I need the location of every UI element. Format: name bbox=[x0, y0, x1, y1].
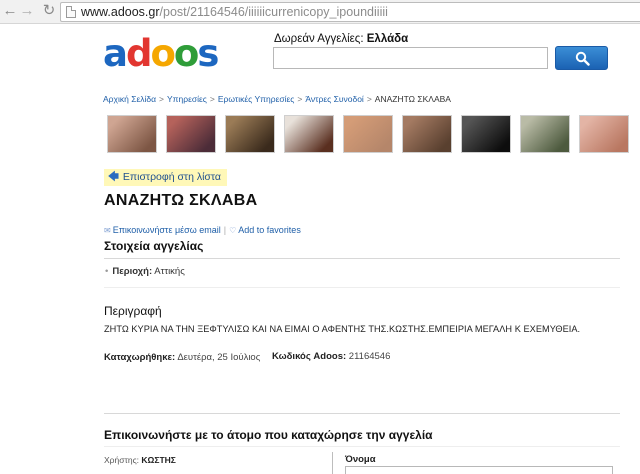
user-value: ΚΩΣΤΗΣ bbox=[141, 455, 176, 465]
url-host: www.adoos.gr bbox=[81, 5, 160, 19]
photo-thumbnail[interactable] bbox=[284, 115, 334, 153]
contact-heading: Επικοινωνήστε με το άτομο που καταχώρησε… bbox=[104, 428, 433, 442]
forward-arrow-icon[interactable]: → bbox=[19, 3, 35, 19]
ad-title: ΑΝΑΖΗΤΩ ΣΚΛΑΒΑ bbox=[104, 192, 258, 209]
divider bbox=[104, 446, 620, 447]
region-value: Αττικής bbox=[154, 266, 185, 277]
registered-date: Καταχωρήθηκε: Δευτέρα, 25 Ιούλιος bbox=[104, 351, 264, 365]
logo-letter: d bbox=[125, 32, 152, 75]
logo-letter: o bbox=[173, 32, 199, 75]
registered-key: Καταχωρήθηκε: bbox=[104, 352, 176, 363]
photo-thumbnail[interactable] bbox=[402, 115, 452, 153]
name-field-label: Όνομα bbox=[345, 454, 376, 465]
search-region[interactable]: Ελλάδα bbox=[367, 33, 408, 45]
code-value: 21164546 bbox=[348, 351, 391, 362]
site-header: adoos Δωρεάν Αγγελίες: Ελλάδα bbox=[0, 25, 640, 85]
divider bbox=[104, 287, 620, 288]
user-key: Χρήστης: bbox=[104, 455, 140, 465]
photo-thumbnail[interactable] bbox=[225, 115, 275, 153]
region-row: • Περιοχή: Αττικής bbox=[105, 266, 185, 277]
photo-thumbnail[interactable] bbox=[579, 115, 629, 153]
breadcrumb-current: ΑΝΑΖΗΤΩ ΣΚΛΑΒΑ bbox=[374, 94, 451, 104]
url-text[interactable]: www.adoos.gr/post/21164546/iiiiiicurreni… bbox=[81, 5, 388, 19]
description-heading: Περιγραφή bbox=[104, 304, 162, 318]
ad-code: Κωδικός Adoos: 21164546 bbox=[272, 351, 390, 362]
logo-letter: o bbox=[150, 32, 175, 75]
browser-toolbar: ← → ↻ www.adoos.gr/post/21164546/iiiiiic… bbox=[0, 0, 640, 24]
name-field[interactable] bbox=[345, 466, 613, 474]
photo-thumbnail[interactable] bbox=[520, 115, 570, 153]
divider bbox=[104, 258, 620, 259]
photo-thumbnail[interactable] bbox=[166, 115, 216, 153]
region-key: Περιοχή: bbox=[112, 266, 153, 277]
breadcrumb-home[interactable]: Αρχική Σελίδα bbox=[103, 94, 156, 104]
description-text: ΖΗΤΩ ΚΥΡΙΑ ΝΑ ΤΗΝ ΞΕΦΤΥΛΙΣΩ ΚΑΙ ΝΑ ΕΙΜΑΙ… bbox=[104, 324, 581, 334]
back-arrow-icon[interactable]: ← bbox=[2, 3, 18, 19]
breadcrumb-services[interactable]: Υπηρεσίες bbox=[167, 94, 207, 104]
photo-thumbnail[interactable] bbox=[461, 115, 511, 153]
adoos-logo[interactable]: adoos bbox=[103, 32, 219, 75]
breadcrumb-separator: > bbox=[159, 94, 164, 104]
email-icon: ✉ bbox=[104, 226, 111, 235]
breadcrumb-erotic-services[interactable]: Ερωτικές Υπηρεσίες bbox=[218, 94, 295, 104]
ad-actions: ✉ Επικοινωνήστε μέσω email | ♡ Add to favori… bbox=[104, 225, 301, 235]
bullet-icon: • bbox=[105, 266, 109, 277]
breadcrumb-separator: > bbox=[297, 94, 303, 104]
search-button[interactable] bbox=[555, 46, 608, 70]
logo-letter: a bbox=[103, 32, 128, 75]
ad-content: Αρχική Σελίδα > Υπηρεσίες > Ερωτικές Υπηρεσί… bbox=[100, 86, 640, 474]
search-icon bbox=[575, 51, 590, 66]
reload-icon[interactable]: ↻ bbox=[41, 3, 57, 19]
breadcrumb-separator: > bbox=[366, 94, 372, 104]
registered-value: Δευτέρα, 25 Ιούλιος bbox=[177, 352, 261, 363]
email-contact-link[interactable]: Επικοινωνήστε μέσω email bbox=[113, 225, 221, 235]
search-input[interactable] bbox=[273, 47, 548, 69]
page-icon bbox=[66, 6, 76, 18]
photo-thumbnail[interactable] bbox=[343, 115, 393, 153]
favorite-icon: ♡ bbox=[229, 226, 237, 235]
action-divider: | bbox=[223, 225, 227, 235]
photo-thumbnail[interactable] bbox=[107, 115, 157, 153]
back-to-list-label: Επιστροφή στη λίστα bbox=[122, 171, 221, 183]
details-heading: Στοιχεία αγγελίας bbox=[104, 239, 204, 253]
breadcrumb-separator: > bbox=[209, 94, 215, 104]
code-key: Κωδικός Adoos: bbox=[272, 351, 347, 362]
breadcrumb: Αρχική Σελίδα > Υπηρεσίες > Ερωτικές Υπηρεσί… bbox=[103, 94, 451, 104]
add-to-favorites-link[interactable]: Add to favorites bbox=[238, 225, 301, 235]
address-bar[interactable]: www.adoos.gr/post/21164546/iiiiiicurreni… bbox=[60, 2, 640, 22]
divider bbox=[104, 413, 620, 414]
breadcrumb-male-escorts[interactable]: Άντρες Συνοδοί bbox=[305, 94, 363, 104]
back-to-list-button[interactable]: 🡄 Επιστροφή στη λίστα bbox=[104, 169, 227, 186]
search-label-text: Δωρεάν Αγγελίες: bbox=[274, 33, 364, 45]
logo-letter: s bbox=[197, 32, 219, 75]
user-line: Χρήστης: ΚΩΣΤΗΣ bbox=[104, 455, 176, 465]
divider bbox=[332, 452, 333, 474]
url-path: /post/21164546/iiiiiicurrenicopy_ipoundi… bbox=[159, 5, 388, 19]
search-label: Δωρεάν Αγγελίες: Ελλάδα bbox=[274, 33, 408, 45]
back-arrow-icon: 🡄 bbox=[108, 171, 119, 183]
